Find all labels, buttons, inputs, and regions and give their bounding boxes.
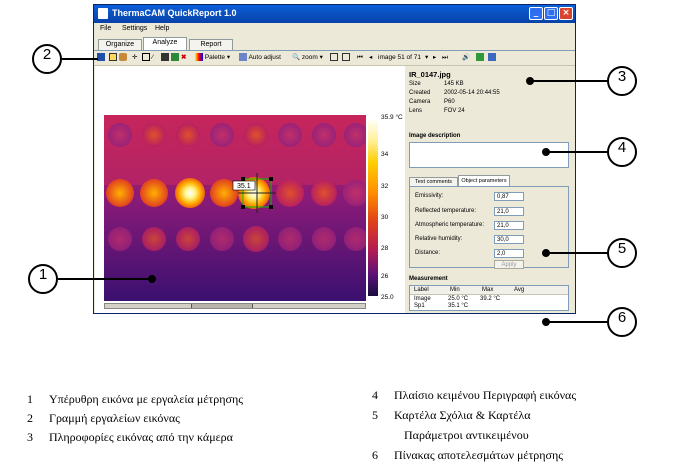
callout-4: 4	[607, 137, 637, 167]
callout-5: 5	[607, 238, 637, 268]
callout-3: 3	[607, 66, 637, 96]
callout-1: 1	[28, 264, 58, 294]
callout-2: 2	[32, 44, 62, 74]
callout-6: 6	[607, 307, 637, 337]
